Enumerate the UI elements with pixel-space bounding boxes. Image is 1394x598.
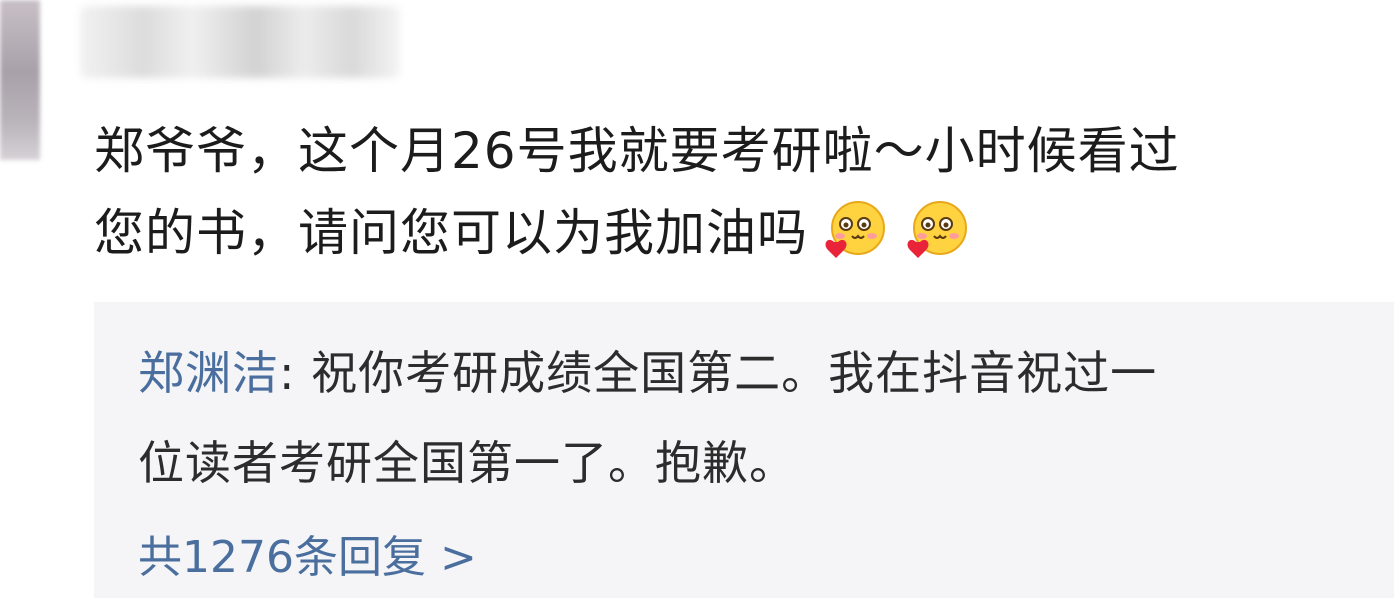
hug-heart-emoji-icon [907,201,967,258]
reply-text: 郑渊洁: 祝你考研成绩全国第二。我在抖音祝过一 位读者考研全国第一了。抱歉。 [138,328,1394,508]
comment-line-1: 郑爷爷，这个月26号我就要考研啦～小时候看过 [94,122,1180,180]
comment-line-2-text: 您的书，请问您可以为我加油吗 [94,204,808,262]
username[interactable] [80,6,400,78]
comment-line-2: 您的书，请问您可以为我加油吗 [94,192,1394,274]
hug-heart-emoji-icon [825,201,885,258]
avatar[interactable] [0,0,40,160]
reply-separator: : [279,346,312,400]
reply-author[interactable]: 郑渊洁 [138,346,279,400]
reply-line-1-text: 祝你考研成绩全国第二。我在抖音祝过一 [311,346,1158,400]
view-replies-link[interactable]: 共1276条回复 > [138,518,1394,598]
reply-box: 郑渊洁: 祝你考研成绩全国第二。我在抖音祝过一 位读者考研全国第一了。抱歉。 共… [94,302,1394,598]
reply-line-2: 位读者考研全国第一了。抱歉。 [138,436,796,490]
reply-line-1: 郑渊洁: 祝你考研成绩全国第二。我在抖音祝过一 [138,328,1394,418]
comment-text: 郑爷爷，这个月26号我就要考研啦～小时候看过 您的书，请问您可以为我加油吗 [94,110,1394,274]
